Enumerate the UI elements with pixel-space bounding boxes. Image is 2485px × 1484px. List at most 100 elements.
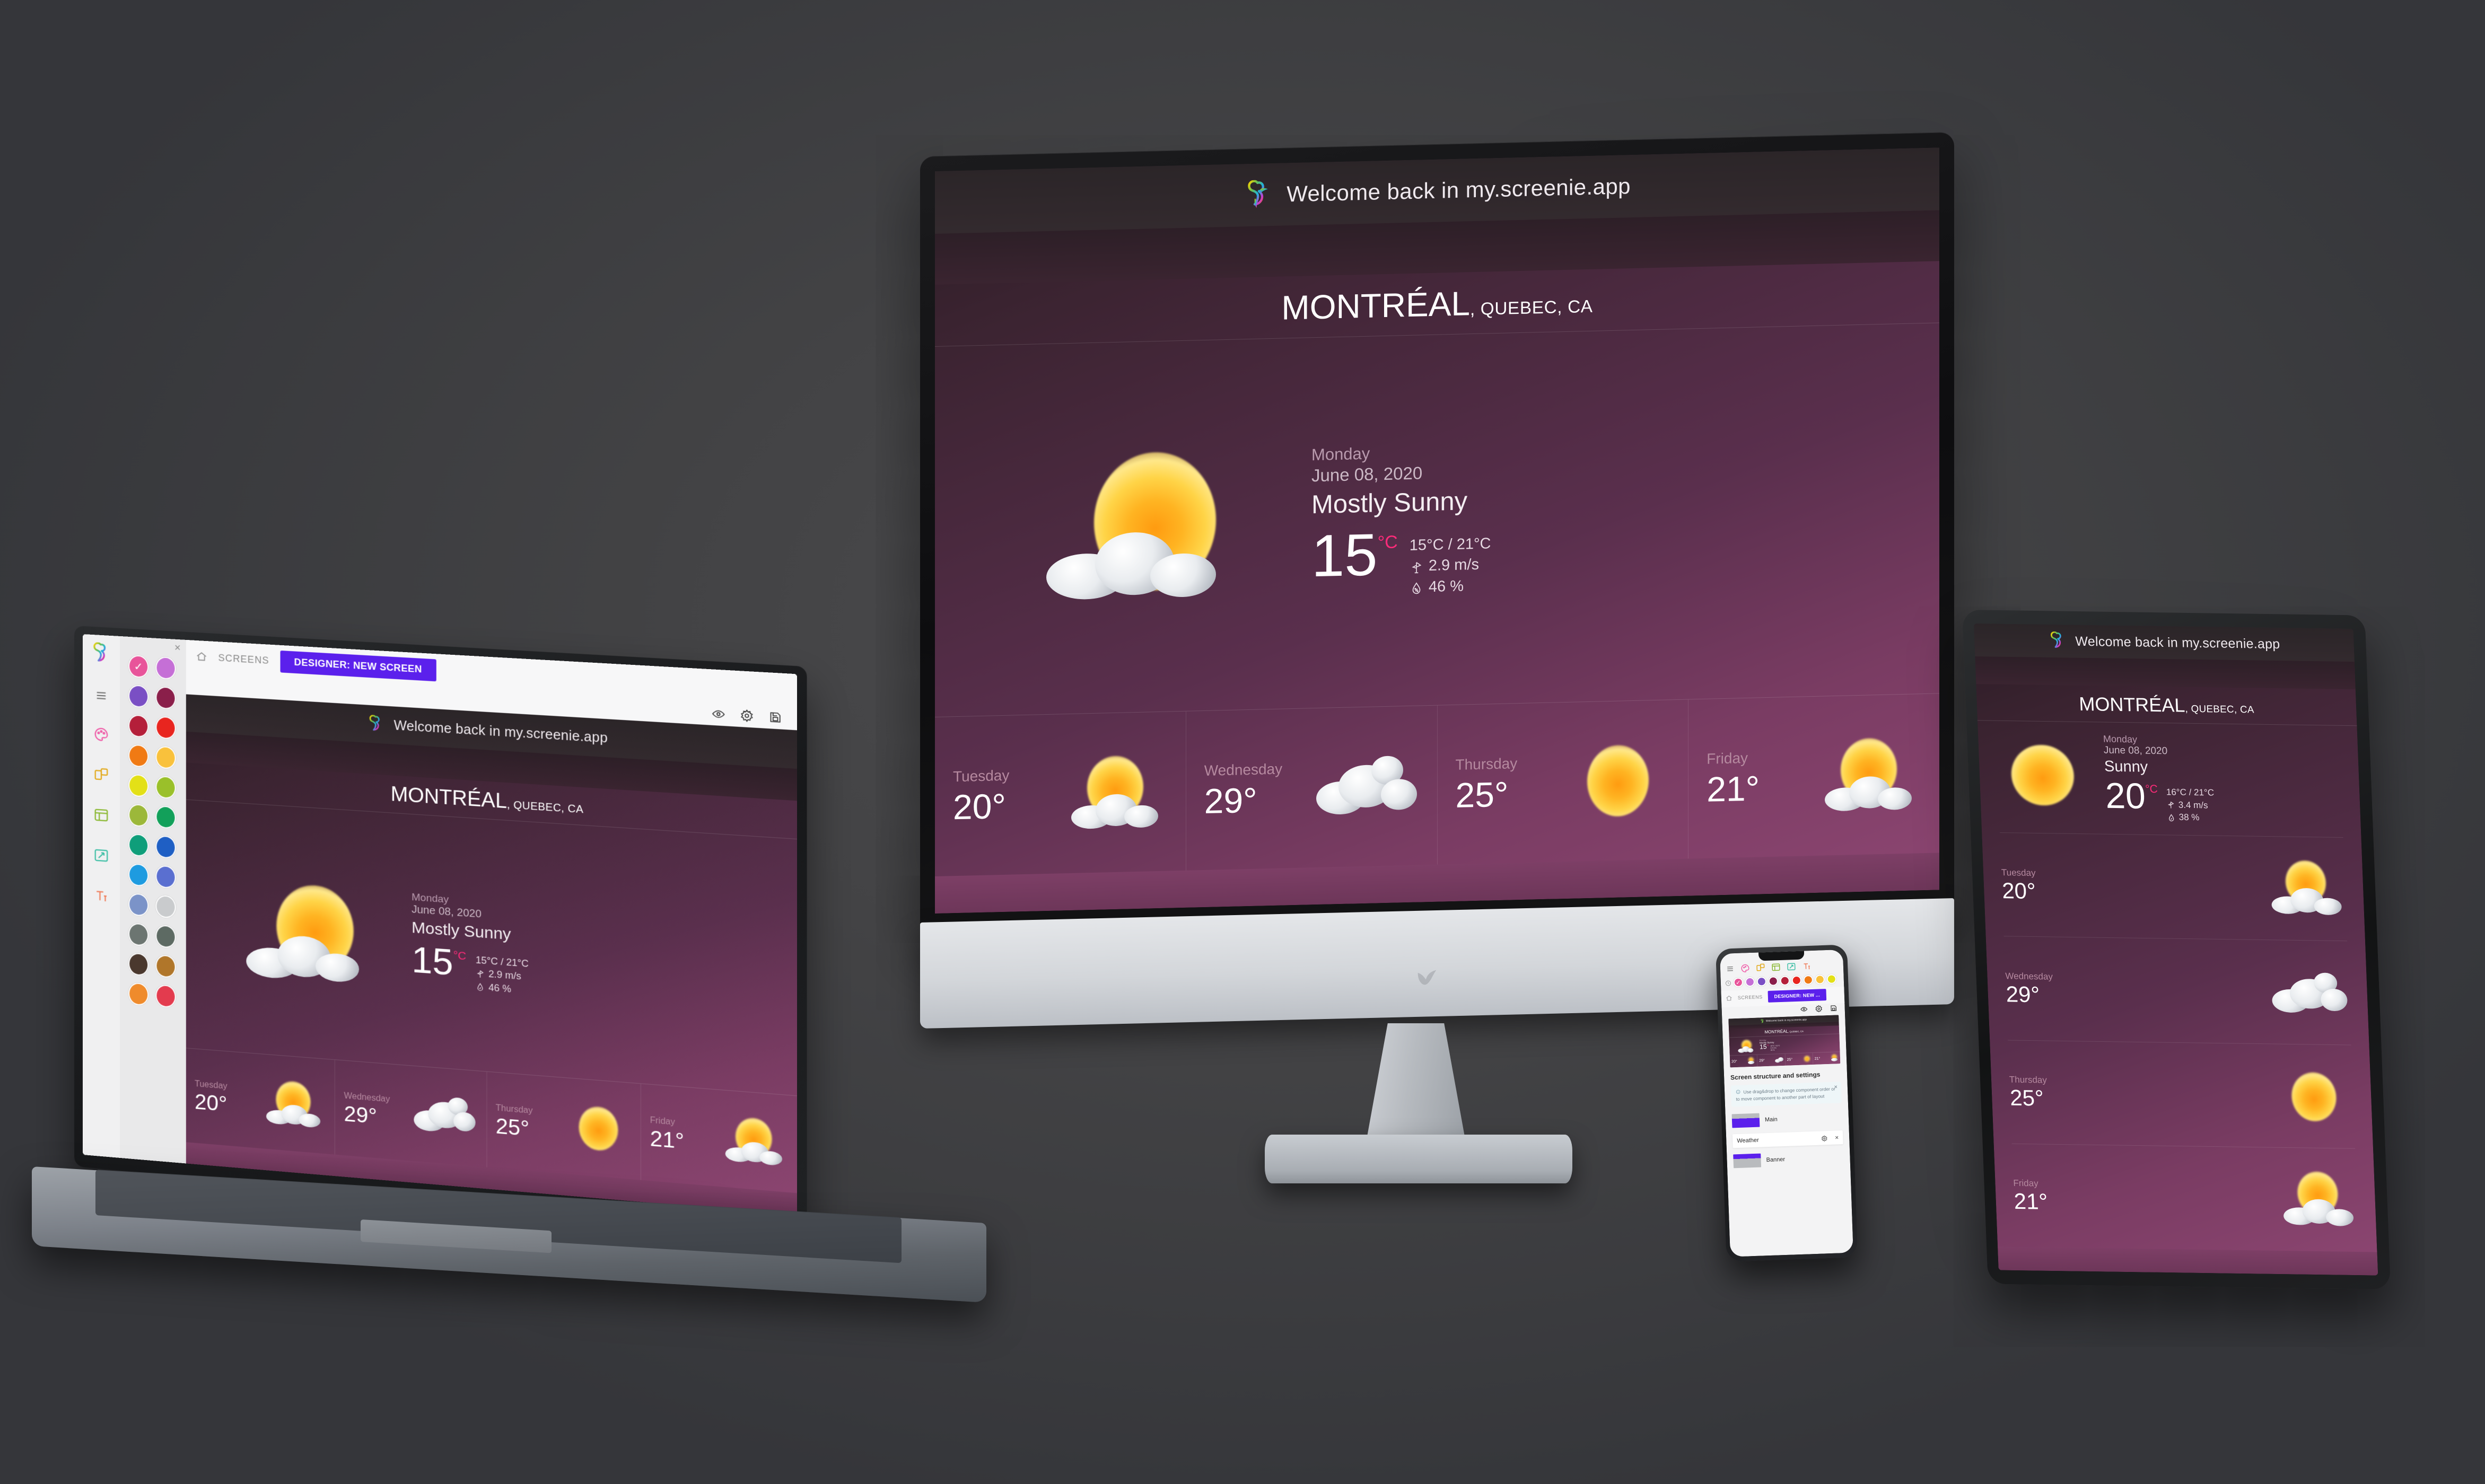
hamburger-menu-icon[interactable] bbox=[93, 689, 109, 703]
color-swatch[interactable] bbox=[128, 744, 149, 768]
color-swatch[interactable] bbox=[128, 833, 149, 857]
typography-icon[interactable] bbox=[93, 887, 109, 904]
new-screen-button[interactable]: DESIGNER: NEW SCREEN bbox=[280, 650, 436, 681]
hummingbird-logo-icon bbox=[90, 642, 112, 665]
forecast-list-item[interactable]: Friday 21° bbox=[2011, 1143, 2359, 1252]
phone-screen-preview[interactable]: Welcome back in my.screenie.app MONTRÉAL… bbox=[1728, 1015, 1841, 1068]
color-palette-panel: × ✓ bbox=[120, 636, 186, 1164]
resize-icon[interactable] bbox=[93, 847, 109, 864]
city-header: MONTRÉAL , QUEBEC, CA bbox=[1976, 684, 2357, 725]
layout-grid-icon[interactable] bbox=[1771, 962, 1781, 972]
screens-label[interactable]: SCREENS bbox=[218, 652, 269, 666]
forecast-list-item[interactable]: Tuesday 20° bbox=[2000, 832, 2348, 941]
color-swatch[interactable] bbox=[155, 894, 176, 919]
forecast-cell[interactable]: Wednesday 29° bbox=[335, 1060, 486, 1167]
color-swatch[interactable] bbox=[155, 775, 176, 800]
color-swatch[interactable] bbox=[155, 686, 176, 710]
gear-settings-icon[interactable] bbox=[1815, 1005, 1823, 1013]
color-swatch[interactable] bbox=[128, 893, 149, 917]
resize-icon[interactable] bbox=[1787, 962, 1797, 972]
color-swatch[interactable] bbox=[1815, 974, 1825, 985]
color-swatch[interactable] bbox=[1803, 974, 1814, 985]
city-region: , QUEBEC, CA bbox=[1788, 1030, 1804, 1033]
gear-settings-icon[interactable] bbox=[1821, 1135, 1827, 1141]
forecast-cell[interactable]: Friday 21° bbox=[640, 1084, 798, 1193]
forecast-day: Friday bbox=[2013, 1178, 2038, 1189]
list-item[interactable]: Banner bbox=[1733, 1151, 1844, 1168]
typography-icon[interactable] bbox=[1802, 961, 1812, 971]
close-x-icon[interactable]: × bbox=[174, 642, 181, 654]
forecast-cell[interactable]: Tuesday 20° bbox=[186, 1048, 335, 1154]
color-swatch[interactable] bbox=[155, 656, 176, 680]
close-x-icon[interactable]: × bbox=[1834, 1084, 1838, 1090]
forecast-cell[interactable]: Thursday 25° bbox=[1437, 699, 1688, 865]
imac-logo-icon bbox=[1413, 962, 1441, 990]
color-swatch[interactable] bbox=[155, 805, 176, 829]
color-swatch[interactable] bbox=[155, 716, 176, 740]
temp-range: 15°C / 21°C bbox=[1409, 535, 1491, 555]
color-swatch[interactable] bbox=[155, 924, 176, 949]
color-swatch[interactable] bbox=[155, 984, 176, 1008]
color-swatch[interactable] bbox=[128, 714, 149, 738]
color-swatch[interactable] bbox=[155, 745, 176, 770]
home-icon[interactable] bbox=[1726, 995, 1732, 1002]
dragdrop-tip: Use drag&drop to change component order … bbox=[1730, 1082, 1842, 1107]
current-info: Monday June 08, 2020 Mostly Sunny 15 °C bbox=[412, 892, 528, 997]
close-x-icon[interactable]: × bbox=[1835, 1134, 1839, 1141]
save-disk-icon[interactable] bbox=[1830, 1004, 1837, 1012]
forecast-cell[interactable]: Wednesday 29° bbox=[1185, 705, 1437, 871]
components-icon[interactable] bbox=[93, 766, 109, 783]
screens-label[interactable]: SCREENS bbox=[1738, 994, 1763, 1000]
new-screen-button[interactable]: DESIGNER: NEW ... bbox=[1768, 989, 1827, 1003]
color-swatch[interactable] bbox=[1745, 977, 1755, 987]
weather-app-laptop: Welcome back in my.screenie.app MONTRÉAL… bbox=[186, 694, 798, 1215]
color-swatch[interactable] bbox=[1756, 976, 1767, 987]
wind-vane-icon bbox=[1410, 559, 1423, 574]
color-swatch[interactable] bbox=[1780, 976, 1790, 986]
color-swatch[interactable] bbox=[1768, 976, 1779, 986]
color-swatch[interactable] bbox=[128, 923, 149, 947]
forecast-cell[interactable]: Thursday 25° bbox=[486, 1072, 641, 1180]
history-icon[interactable] bbox=[1725, 979, 1731, 986]
check-icon: ✓ bbox=[1736, 979, 1741, 986]
color-swatch[interactable]: ✓ bbox=[1733, 977, 1744, 988]
eye-preview-icon[interactable] bbox=[712, 707, 725, 721]
list-item[interactable]: Main bbox=[1731, 1110, 1843, 1128]
sun-behind-cloud-icon bbox=[1815, 734, 1921, 816]
eye-preview-icon[interactable] bbox=[1800, 1005, 1808, 1013]
save-disk-icon[interactable] bbox=[768, 710, 782, 724]
sun-icon bbox=[2272, 1066, 2354, 1126]
city-region: , QUEBEC, CA bbox=[2185, 703, 2255, 715]
color-swatch[interactable] bbox=[155, 835, 176, 859]
color-swatch[interactable] bbox=[128, 774, 149, 798]
forecast-list-item[interactable]: Thursday 25° bbox=[2008, 1039, 2356, 1148]
device-mockup-scene: Welcome back in my.screenie.app MONTRÉAL… bbox=[0, 0, 2485, 1484]
gear-settings-icon[interactable] bbox=[740, 709, 754, 723]
current-date: June 08, 2020 bbox=[1311, 463, 1423, 486]
color-swatch[interactable]: ✓ bbox=[128, 654, 149, 679]
list-item[interactable]: Weather × bbox=[1732, 1130, 1843, 1148]
layout-grid-icon[interactable] bbox=[93, 806, 109, 823]
forecast-list-item[interactable]: Wednesday 29° bbox=[2003, 936, 2351, 1045]
color-swatch[interactable] bbox=[1826, 974, 1837, 984]
current-weather: Monday June 08, 2020 Sunny 20 °C 16°C / … bbox=[1978, 721, 2361, 837]
hummingbird-logo-icon bbox=[1244, 180, 1273, 210]
forecast-cell[interactable]: Friday 21° bbox=[1688, 693, 1939, 859]
palette-icon[interactable] bbox=[1740, 963, 1751, 973]
app-header-title: Welcome back in my.screenie.app bbox=[1287, 173, 1631, 207]
designer-chrome-laptop: × ✓ SCREENS DESIGNER: NEW SCREEN Welcome… bbox=[83, 634, 798, 1215]
color-swatch[interactable] bbox=[128, 952, 149, 977]
color-swatch[interactable] bbox=[155, 865, 176, 889]
components-icon[interactable] bbox=[1756, 963, 1766, 973]
color-swatch[interactable] bbox=[128, 863, 149, 887]
color-swatch[interactable] bbox=[128, 982, 149, 1006]
color-swatch[interactable] bbox=[128, 803, 149, 828]
hamburger-menu-icon[interactable] bbox=[1726, 965, 1735, 973]
forecast-temp: 29° bbox=[344, 1102, 377, 1129]
home-icon[interactable] bbox=[196, 651, 207, 663]
color-swatch[interactable] bbox=[1791, 975, 1802, 986]
palette-icon[interactable] bbox=[93, 726, 109, 743]
color-swatch[interactable] bbox=[128, 684, 149, 708]
color-swatch[interactable] bbox=[155, 954, 176, 979]
app-header-title: Welcome back in my.screenie.app bbox=[1765, 1017, 1807, 1023]
